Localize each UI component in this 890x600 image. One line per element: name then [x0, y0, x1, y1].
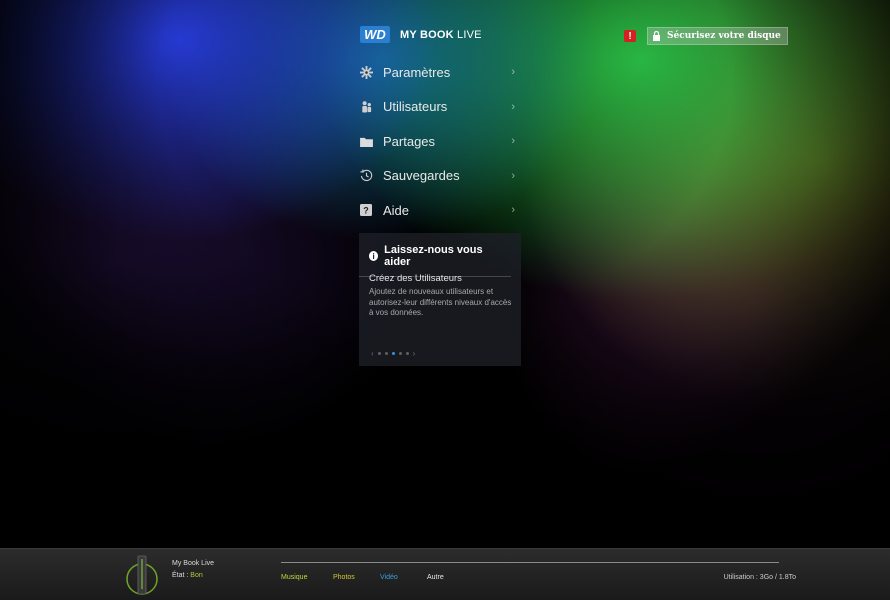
pager-dot[interactable]: [405, 352, 409, 355]
status-footer: My Book Live État : Bon Musique Photos V…: [0, 548, 890, 600]
help-panel-pager: ‹ ›: [371, 349, 415, 358]
pager-dot[interactable]: [384, 352, 388, 355]
menu-item-label: Paramètres: [383, 64, 451, 80]
menu-item-label: Aide: [383, 202, 410, 218]
folder-icon: [359, 134, 373, 148]
main-menu: Paramètres › Utilisateurs › Partages › S…: [359, 55, 519, 228]
app-logo[interactable]: WD MY BOOK LIVE: [360, 26, 482, 43]
pager-dot[interactable]: [377, 352, 381, 355]
chevron-right-icon: ›: [511, 169, 515, 182]
users-icon: [359, 100, 373, 114]
lock-icon: [653, 31, 660, 41]
help-panel-body: Ajoutez de nouveaux utilisateurs et auto…: [369, 287, 512, 317]
help-icon: ?: [359, 203, 373, 217]
svg-text:?: ?: [363, 206, 369, 216]
chevron-right-icon: ›: [511, 66, 515, 79]
pager-dot-active[interactable]: [391, 352, 395, 355]
menu-item-utilisateurs[interactable]: Utilisateurs ›: [359, 90, 519, 125]
menu-item-parametres[interactable]: Paramètres ›: [359, 55, 519, 90]
menu-item-label: Sauvegardes: [383, 168, 460, 184]
category-music[interactable]: Musique: [281, 574, 307, 581]
chevron-right-icon: ›: [511, 204, 515, 217]
device-state-label: État :: [172, 572, 191, 579]
storage-usage: Utilisation : 3Go / 1.8To: [723, 574, 796, 581]
product-name: MY BOOK LIVE: [400, 29, 482, 41]
help-panel-subtitle: Créez des Utilisateurs: [369, 273, 462, 284]
device-icon[interactable]: [125, 555, 159, 595]
pager-prev-button[interactable]: ‹: [371, 349, 374, 358]
category-photos[interactable]: Photos: [333, 574, 355, 581]
category-other[interactable]: Autre: [427, 574, 444, 581]
gear-icon: [359, 65, 373, 79]
help-panel-header: i Laissez-nous vous aider: [359, 233, 511, 277]
pager-next-button[interactable]: ›: [413, 349, 416, 358]
product-name-light: LIVE: [453, 28, 482, 41]
device-name: My Book Live: [172, 560, 215, 567]
secure-drive-label: Sécurisez votre disque: [667, 31, 781, 41]
product-name-bold: MY BOOK: [400, 28, 454, 41]
menu-item-partages[interactable]: Partages ›: [359, 124, 519, 159]
pager-dot[interactable]: [398, 352, 402, 355]
chevron-right-icon: ›: [511, 135, 515, 148]
usage-bar: [281, 562, 779, 563]
menu-item-aide[interactable]: ? Aide ›: [359, 193, 519, 228]
menu-item-label: Utilisateurs: [383, 99, 448, 115]
menu-item-label: Partages: [383, 133, 436, 149]
device-state-value: Bon: [190, 572, 203, 579]
menu-item-sauvegardes[interactable]: Sauvegardes ›: [359, 159, 519, 194]
help-panel-title: Laissez-nous vous aider: [384, 244, 483, 268]
info-icon: i: [369, 251, 379, 261]
backup-clock-icon: [359, 169, 373, 183]
device-state: État : Bon: [172, 572, 203, 579]
category-video[interactable]: Vidéo: [380, 574, 398, 581]
help-panel: i Laissez-nous vous aider Créez des Util…: [359, 233, 521, 366]
chevron-right-icon: ›: [511, 100, 515, 113]
alert-icon[interactable]: !: [624, 30, 636, 42]
secure-drive-button[interactable]: Sécurisez votre disque: [647, 27, 788, 45]
wd-logo-badge: WD: [360, 26, 390, 43]
